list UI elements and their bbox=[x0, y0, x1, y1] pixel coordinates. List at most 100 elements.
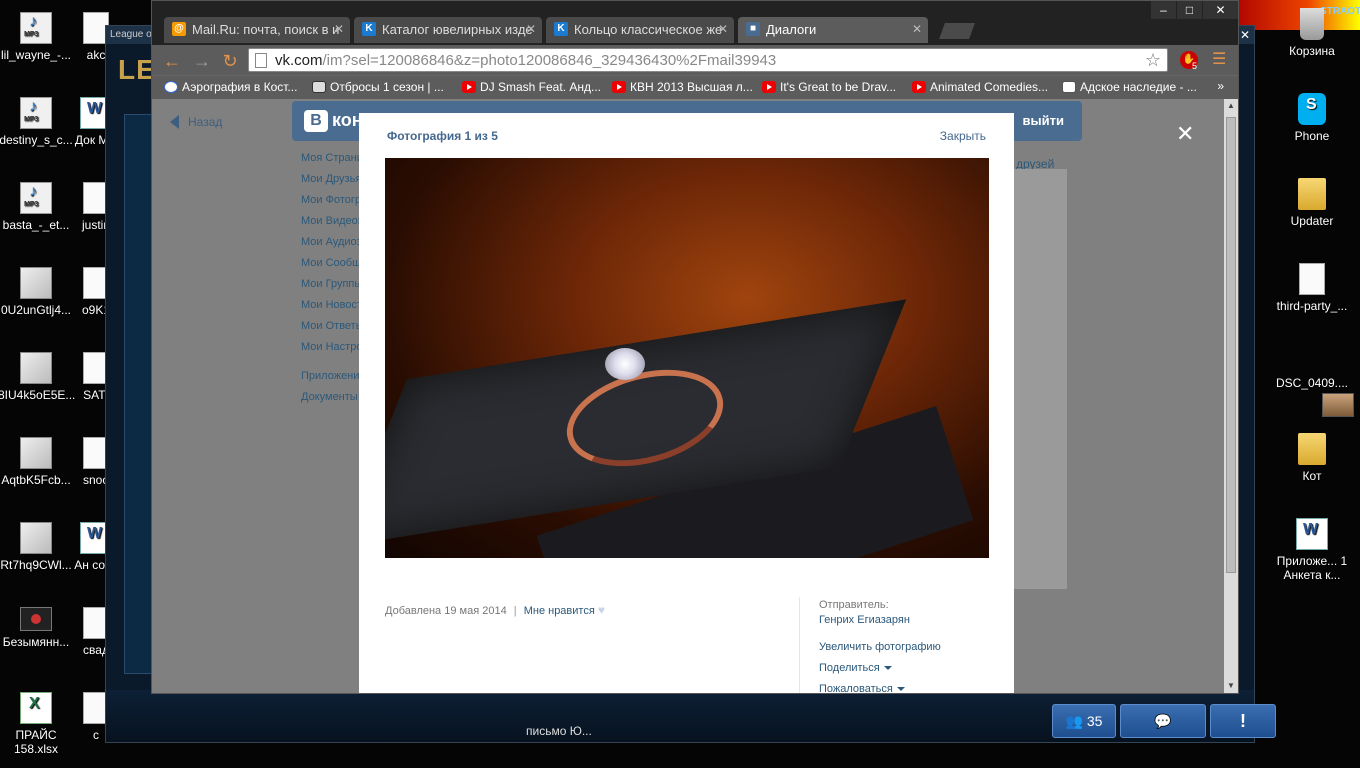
mp3-file-icon bbox=[20, 182, 52, 214]
bookmark-item[interactable]: КВН 2013 Высшая л... bbox=[612, 80, 753, 94]
desktop-icon[interactable]: Updater bbox=[1274, 178, 1350, 228]
url-path: /im?sel=120086846&z=photo120086846_32943… bbox=[322, 52, 777, 69]
bookmark-item[interactable]: It's Great to be Drav... bbox=[762, 80, 896, 94]
bookmark-item[interactable]: Аэрография в Кост... bbox=[164, 80, 297, 94]
youtube-icon bbox=[912, 81, 926, 93]
tab-favicon-icon: @ bbox=[172, 22, 186, 36]
bookmarks-bar: Аэрография в Кост... Отбросы 1 сезон | ..… bbox=[152, 75, 1238, 99]
game-bottom-buttons: 👥 35 💬 ! bbox=[1052, 704, 1276, 740]
desktop-icon-label: DSC_0409.... bbox=[1275, 376, 1349, 390]
scroll-up-icon[interactable]: ▲ bbox=[1224, 99, 1238, 113]
bookmark-item[interactable]: Отбросы 1 сезон | ... bbox=[312, 80, 444, 94]
globe-icon bbox=[164, 81, 178, 93]
bookmark-star-icon[interactable]: ☆ bbox=[1145, 50, 1161, 71]
address-bar[interactable]: vk.com/im?sel=120086846&z=photo120086846… bbox=[248, 48, 1168, 72]
img-file-icon bbox=[20, 267, 52, 299]
youtube-icon bbox=[462, 81, 476, 93]
photo-gem bbox=[605, 348, 645, 380]
back-arrow-icon[interactable]: ← bbox=[162, 51, 182, 71]
back-link[interactable]: Назад bbox=[170, 115, 222, 129]
close-icon[interactable]: ✕ bbox=[334, 22, 344, 36]
desktop-icon-label: Phone bbox=[1294, 129, 1330, 143]
sender-label: Отправитель: bbox=[819, 599, 889, 611]
tab-4[interactable]: ■ Диалоги ✕ bbox=[738, 17, 928, 43]
share-link[interactable]: Поделиться bbox=[819, 662, 892, 674]
alert-icon: ! bbox=[1240, 711, 1246, 731]
new-tab-button[interactable] bbox=[939, 23, 975, 39]
tab-1[interactable]: @ Mail.Ru: почта, поиск в и ✕ bbox=[164, 17, 350, 43]
minimize-button[interactable]: – bbox=[1150, 1, 1176, 19]
maximize-button[interactable]: □ bbox=[1176, 1, 1202, 19]
folder-icon bbox=[1062, 81, 1076, 93]
word-file-icon bbox=[1296, 518, 1328, 550]
chat-button[interactable]: 💬 bbox=[1120, 704, 1206, 738]
forward-arrow-icon[interactable]: → bbox=[192, 51, 212, 71]
folder-file-icon bbox=[1298, 433, 1326, 465]
desktop-icon-label: Updater bbox=[1290, 214, 1334, 228]
close-icon[interactable]: ✕ bbox=[912, 22, 922, 36]
close-button[interactable]: ✕ bbox=[1202, 1, 1238, 19]
tv-icon bbox=[312, 81, 326, 93]
desktop-icon-label: Кот bbox=[1302, 469, 1322, 483]
desktop-icon[interactable]: Кот bbox=[1274, 433, 1350, 483]
desktop-icon[interactable]: Phone bbox=[1274, 93, 1350, 143]
page-scrollbar[interactable]: ▲ ▼ bbox=[1224, 99, 1238, 693]
vk-logo-icon[interactable]: В bbox=[304, 110, 328, 132]
close-icon[interactable]: ✕ bbox=[1238, 28, 1252, 42]
doc-file-icon bbox=[1299, 263, 1325, 295]
bookmark-item[interactable]: DJ Smash Feat. Анд... bbox=[462, 80, 601, 94]
sender-name-link[interactable]: Генрих Егиазарян bbox=[819, 614, 910, 626]
bookmark-label: Аэрография в Кост... bbox=[182, 80, 298, 94]
enlarge-photo-link[interactable]: Увеличить фотографию bbox=[819, 641, 941, 653]
skype-file-icon bbox=[1298, 93, 1326, 125]
report-link[interactable]: Пожаловаться bbox=[819, 683, 905, 693]
close-icon[interactable]: ✕ bbox=[718, 22, 728, 36]
scroll-thumb[interactable] bbox=[1226, 117, 1236, 573]
tab-label: Кольцо классическое же bbox=[574, 22, 723, 37]
alert-button[interactable]: ! bbox=[1210, 704, 1276, 738]
friends-icon: 👥 bbox=[1065, 713, 1083, 729]
url-host: vk.com bbox=[275, 52, 323, 69]
reload-icon[interactable]: ↻ bbox=[220, 51, 240, 71]
tab-3[interactable]: K Кольцо классическое же ✕ bbox=[546, 17, 734, 43]
menu-icon[interactable]: ☰ bbox=[1212, 51, 1228, 69]
mp3-file-icon bbox=[20, 12, 52, 44]
ring-photo[interactable] bbox=[385, 158, 989, 558]
close-icon[interactable]: ✕ bbox=[1176, 121, 1194, 147]
chevron-down-icon bbox=[883, 666, 892, 671]
heart-icon[interactable]: ♥ bbox=[598, 603, 605, 617]
friends-count: 35 bbox=[1086, 713, 1103, 729]
tab-strip: @ Mail.Ru: почта, поиск в и ✕ K Каталог ювел… bbox=[152, 1, 1238, 45]
window-controls: – □ ✕ bbox=[1150, 1, 1238, 19]
close-link[interactable]: Закрыть bbox=[940, 129, 986, 143]
close-icon[interactable]: ✕ bbox=[526, 22, 536, 36]
bookmarks-more-icon[interactable]: » bbox=[1217, 79, 1224, 93]
bookmark-item[interactable]: Animated Comedies... bbox=[912, 80, 1048, 94]
chat-icon: 💬 bbox=[1154, 713, 1172, 729]
desktop-icon[interactable]: DSC_0409.... bbox=[1274, 348, 1354, 417]
extension-badge: 5 bbox=[1192, 61, 1198, 71]
like-link[interactable]: Мне нравится bbox=[524, 605, 595, 617]
page-viewport: Назад В кон выйти Моя Страница Мои Друзья… bbox=[152, 99, 1224, 693]
bookmark-label: Отбросы 1 сезон | ... bbox=[330, 80, 444, 94]
folder-file-icon bbox=[1298, 178, 1326, 210]
tab-2[interactable]: K Каталог ювелирных изде ✕ bbox=[354, 17, 542, 43]
desktop: STRAOT lil_wayne_-...destiny_s_c...basta… bbox=[0, 0, 1360, 768]
chevron-down-icon bbox=[896, 687, 905, 692]
report-label: Пожаловаться bbox=[819, 683, 893, 693]
tab-label: Диалоги bbox=[766, 22, 817, 37]
desktop-file-label: письмо Ю... bbox=[526, 724, 592, 738]
video-file-icon bbox=[20, 607, 52, 631]
bookmark-item[interactable]: Адское наследие - ... bbox=[1062, 80, 1197, 94]
desktop-icon[interactable]: Корзина bbox=[1274, 8, 1350, 58]
desktop-icon[interactable]: third-party_... bbox=[1274, 263, 1350, 313]
excel-file-icon bbox=[20, 692, 52, 724]
scroll-down-icon[interactable]: ▼ bbox=[1224, 679, 1238, 693]
friends-button[interactable]: 👥 35 bbox=[1052, 704, 1116, 738]
logout-link[interactable]: выйти bbox=[1023, 113, 1064, 128]
desktop-icon[interactable]: Приложе... 1 Анкета к... bbox=[1274, 518, 1350, 582]
photo-viewer: Фотография 1 из 5 Закрыть Добавлена 19 м… bbox=[359, 113, 1014, 693]
mp3-file-icon bbox=[20, 97, 52, 129]
bookmark-label: Адское наследие - ... bbox=[1080, 80, 1197, 94]
trash-file-icon bbox=[1300, 8, 1324, 40]
